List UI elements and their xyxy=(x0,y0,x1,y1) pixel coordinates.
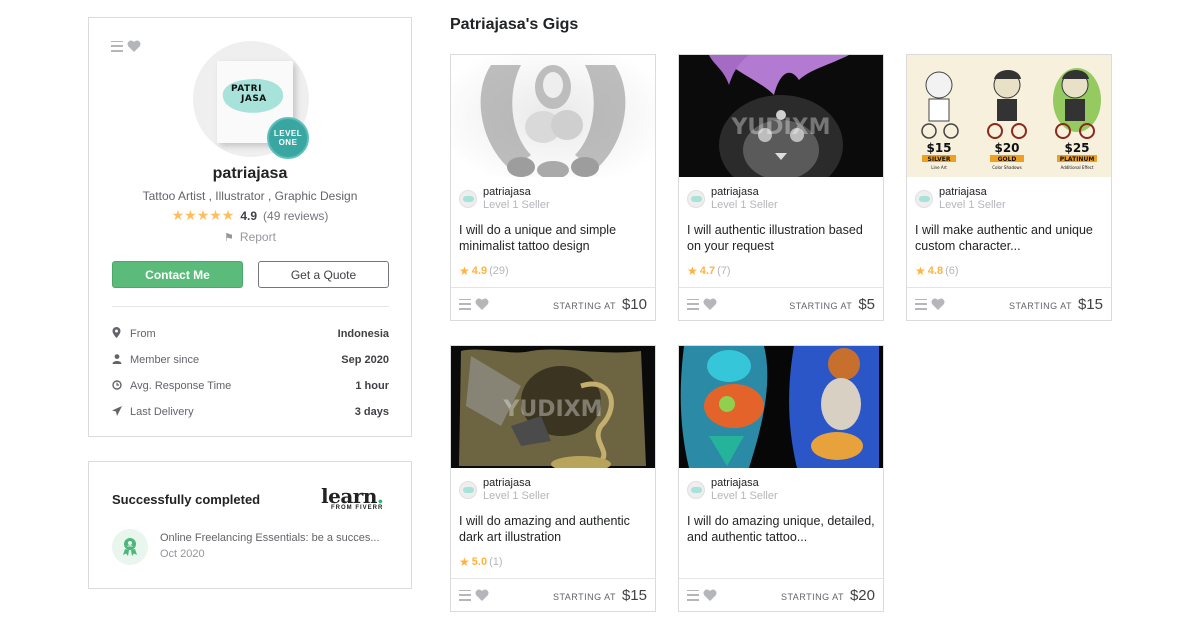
gig-card[interactable]: $15 SILVER Line Art $20 GOLD Color Shado… xyxy=(906,54,1112,321)
clock-icon xyxy=(112,379,130,393)
gig-price[interactable]: STARTING AT $15 xyxy=(1009,296,1103,313)
gig-price[interactable]: STARTING AT $15 xyxy=(553,587,647,604)
reviews-count[interactable]: (49 reviews) xyxy=(263,209,328,223)
star-icon: ★ xyxy=(459,264,470,278)
certificate-badge-icon xyxy=(112,529,148,565)
paper-plane-icon xyxy=(112,405,130,419)
seller-avatar-small xyxy=(915,190,933,208)
user-icon xyxy=(112,353,130,367)
gig-seller-info[interactable]: patriajasa Level 1 Seller xyxy=(687,477,778,503)
divider xyxy=(112,306,389,307)
gig-price[interactable]: STARTING AT $5 xyxy=(789,296,875,313)
seller-stats: From Indonesia Member since Sep 2020 Avg… xyxy=(112,321,389,425)
svg-text:Additional Effect: Additional Effect xyxy=(1061,165,1094,170)
svg-text:GOLD: GOLD xyxy=(998,156,1017,163)
list-menu-icon[interactable] xyxy=(687,589,699,601)
seller-avatar-small xyxy=(459,190,477,208)
list-menu-icon[interactable] xyxy=(915,298,927,310)
contact-me-button[interactable]: Contact Me xyxy=(112,261,243,288)
gig-footer: STARTING AT $15 xyxy=(907,287,1111,320)
gig-title[interactable]: I will make authentic and unique custom … xyxy=(915,222,1103,254)
stat-response-time: Avg. Response Time 1 hour xyxy=(112,373,389,399)
gig-footer: STARTING AT $20 xyxy=(679,578,883,611)
heart-icon[interactable] xyxy=(475,298,489,310)
svg-text:SILVER: SILVER xyxy=(928,156,951,163)
star-icon: ★ xyxy=(687,264,698,278)
avatar-logo-text: PATRI JASA xyxy=(231,84,267,104)
list-menu-icon[interactable] xyxy=(459,589,471,601)
svg-text:PLATINUM: PLATINUM xyxy=(1060,156,1095,163)
stat-last-delivery: Last Delivery 3 days xyxy=(112,399,389,425)
gig-card[interactable]: YUDIXM patriajasa Level 1 Seller I will … xyxy=(450,345,656,612)
gig-seller-info[interactable]: patriajasa Level 1 Seller xyxy=(915,186,1006,212)
svg-text:$15: $15 xyxy=(926,141,951,155)
heart-icon[interactable] xyxy=(703,298,717,310)
gig-footer: STARTING AT $10 xyxy=(451,287,655,320)
gig-title[interactable]: I will do amazing unique, detailed, and … xyxy=(687,513,875,545)
gig-card[interactable]: YUDIXM patriajasa Level 1 Seller I will … xyxy=(678,54,884,321)
svg-text:Color Shadows: Color Shadows xyxy=(992,165,1022,170)
svg-text:$20: $20 xyxy=(994,141,1019,155)
learn-certification-card: Successfully completed learn. FROM FIVER… xyxy=(88,461,412,589)
heart-icon[interactable] xyxy=(931,298,945,310)
seller-avatar-small xyxy=(459,481,477,499)
gig-card[interactable]: patriajasa Level 1 Seller I will do a un… xyxy=(450,54,656,321)
report-label: Report xyxy=(239,230,276,244)
gig-title[interactable]: I will authentic illustration based on y… xyxy=(687,222,875,254)
seller-avatar-small xyxy=(687,190,705,208)
heart-icon[interactable] xyxy=(475,589,489,601)
gigs-section-title: Patriajasa's Gigs xyxy=(450,16,579,33)
list-menu-icon[interactable] xyxy=(111,40,123,52)
gig-price[interactable]: STARTING AT $10 xyxy=(553,296,647,313)
learn-from-fiverr-logo: learn. FROM FIVERR xyxy=(321,484,384,511)
svg-text:YUDIXM: YUDIXM xyxy=(730,115,830,140)
gig-card[interactable]: patriajasa Level 1 Seller I will do amaz… xyxy=(678,345,884,612)
report-link[interactable]: ⚑ Report xyxy=(89,230,411,244)
rating-score: 4.9 xyxy=(240,208,258,223)
star-icon: ★ xyxy=(459,555,470,569)
seller-avatar[interactable]: PATRI JASA LEVEL ONE xyxy=(193,41,309,159)
seller-profile-card: PATRI JASA LEVEL ONE patriajasa Tattoo A… xyxy=(88,17,412,437)
gig-seller-info[interactable]: patriajasa Level 1 Seller xyxy=(687,186,778,212)
gig-thumbnail-angel-tattoo[interactable] xyxy=(451,55,655,177)
gig-rating: ★ 4.9 (29) xyxy=(459,264,509,278)
heart-icon[interactable] xyxy=(703,589,717,601)
gig-rating: ★ 4.7 (7) xyxy=(687,264,731,278)
gig-thumbnail-dark-art[interactable]: YUDIXM xyxy=(451,346,655,468)
location-pin-icon xyxy=(112,327,130,341)
heart-icon[interactable] xyxy=(127,40,141,52)
star-icon: ★ xyxy=(915,264,926,278)
gig-seller-info[interactable]: patriajasa Level 1 Seller xyxy=(459,477,550,503)
seller-username[interactable]: patriajasa xyxy=(89,165,411,183)
gig-thumbnail-color-tattoo[interactable] xyxy=(679,346,883,468)
gig-rating: ★ 5.0 (1) xyxy=(459,555,503,569)
get-a-quote-button[interactable]: Get a Quote xyxy=(258,261,389,288)
stat-member-since: Member since Sep 2020 xyxy=(112,347,389,373)
seller-avatar-small xyxy=(687,481,705,499)
course-date: Oct 2020 xyxy=(160,548,205,560)
gig-thumbnail-cat-illustration[interactable]: YUDIXM xyxy=(679,55,883,177)
gig-footer: STARTING AT $5 xyxy=(679,287,883,320)
gig-title[interactable]: I will do amazing and authentic dark art… xyxy=(459,513,647,545)
stat-from: From Indonesia xyxy=(112,321,389,347)
svg-text:$25: $25 xyxy=(1064,141,1089,155)
gig-footer: STARTING AT $15 xyxy=(451,578,655,611)
learn-card-title: Successfully completed xyxy=(112,492,261,507)
svg-text:Line Art: Line Art xyxy=(931,165,947,170)
gig-title[interactable]: I will do a unique and simple minimalist… xyxy=(459,222,647,254)
gig-seller-info[interactable]: patriajasa Level 1 Seller xyxy=(459,186,550,212)
svg-text:YUDIXM: YUDIXM xyxy=(502,397,602,422)
gig-price[interactable]: STARTING AT $20 xyxy=(781,587,875,604)
course-name[interactable]: Online Freelancing Essentials: be a succ… xyxy=(160,532,380,544)
gig-thumbnail-custom-character[interactable]: $15 SILVER Line Art $20 GOLD Color Shado… xyxy=(907,55,1111,177)
seller-tagline: Tattoo Artist , Illustrator , Graphic De… xyxy=(142,189,358,203)
list-menu-icon[interactable] xyxy=(687,298,699,310)
rating-stars-icon: ★★★★★ xyxy=(171,207,235,223)
gig-rating: ★ 4.8 (6) xyxy=(915,264,959,278)
profile-actions xyxy=(111,40,141,52)
level-one-badge: LEVEL ONE xyxy=(267,117,309,159)
list-menu-icon[interactable] xyxy=(459,298,471,310)
seller-rating: ★★★★★ 4.9 (49 reviews) xyxy=(89,207,411,224)
flag-icon: ⚑ xyxy=(224,231,234,244)
